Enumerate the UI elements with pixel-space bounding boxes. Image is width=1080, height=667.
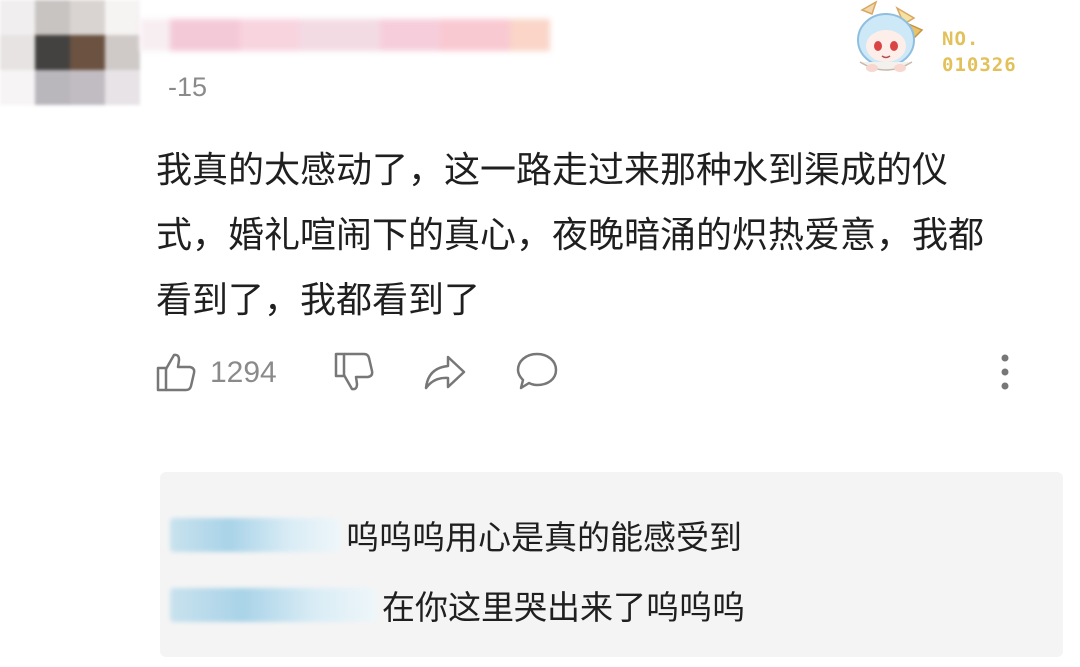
badge-label: NO. — [942, 28, 980, 50]
badge-id: 010326 — [942, 54, 1017, 76]
thumbs-up-icon[interactable] — [154, 350, 198, 394]
reply-item[interactable]: 在你这里哭出来了呜呜呜 — [160, 580, 745, 630]
reply-username-blurred[interactable] — [170, 588, 376, 622]
avatar[interactable] — [0, 0, 140, 105]
thumbs-down-icon[interactable] — [332, 350, 376, 394]
comment-line: 我真的太感动了，这一路走过来那种水到渠成的仪 — [156, 150, 949, 191]
comment-icon[interactable] — [514, 350, 560, 394]
comment-line: 看到了，我都看到了 — [156, 280, 481, 321]
replies-panel[interactable]: 呜呜呜用心是真的能感受到 在你这里哭出来了呜呜呜 — [160, 472, 1063, 657]
more-vertical-icon[interactable] — [993, 350, 1017, 394]
comment-text: 我真的太感动了，这一路走过来那种水到渠成的仪 式，婚礼喧闹下的真心，夜晚暗涌的炽… — [156, 138, 1056, 333]
comment-line: 式，婚礼喧闹下的真心，夜晚暗涌的炽热爱意，我都 — [156, 215, 985, 256]
badge-number: NO. 010326 — [942, 26, 1017, 78]
reply-text: 呜呜呜用心是真的能感受到 — [346, 518, 742, 557]
like-count: 1294 — [210, 356, 277, 389]
reply-text: 在你这里哭出来了呜呜呜 — [382, 588, 745, 627]
reply-item[interactable]: 呜呜呜用心是真的能感受到 — [160, 510, 742, 560]
username-blurred[interactable] — [140, 0, 590, 70]
share-icon[interactable] — [422, 350, 468, 394]
comment-actions: 1294 — [0, 350, 1080, 400]
comment-date: -15 — [168, 72, 208, 102]
reply-username-blurred[interactable] — [170, 518, 340, 552]
